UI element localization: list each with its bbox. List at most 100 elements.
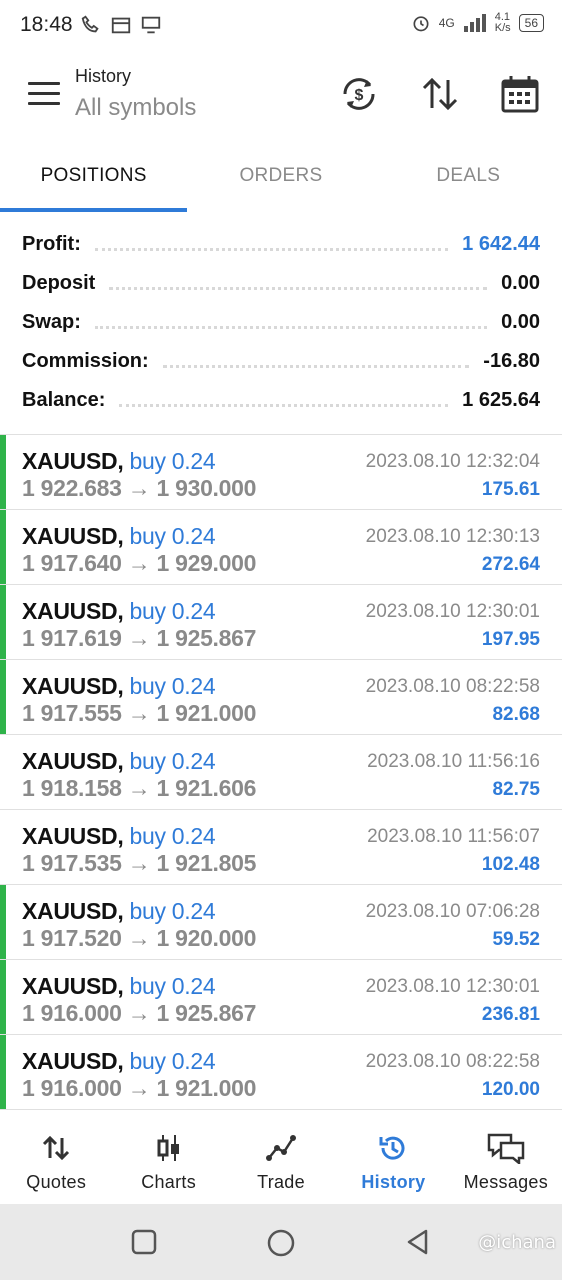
position-symbol: XAUUSD, — [22, 673, 124, 699]
summary-row-commission: Commission: -16.80 — [0, 342, 562, 381]
position-row[interactable]: XAUUSD, buy 0.24 1 918.158 → 1 921.606 2… — [0, 735, 562, 810]
position-type: buy 0.24 — [129, 898, 216, 924]
messages-icon — [487, 1133, 525, 1164]
position-prices: 1 917.555 → 1 921.000 — [22, 700, 257, 726]
position-prices: 1 917.535 → 1 921.805 — [22, 850, 257, 876]
position-profit: 272.64 — [481, 554, 540, 575]
summary-row-swap: Swap: 0.00 — [0, 303, 562, 342]
status-bar: 18:48 4G 4.1 K/s 56 — [0, 0, 562, 52]
position-marker — [0, 1035, 6, 1109]
nav-messages[interactable]: Messages — [450, 1112, 562, 1204]
position-symbol: XAUUSD, — [22, 1048, 124, 1074]
position-marker — [0, 660, 6, 734]
position-profit: 175.61 — [481, 479, 540, 500]
position-symbol: XAUUSD, — [22, 598, 124, 624]
nav-history[interactable]: History — [337, 1112, 449, 1204]
position-marker — [0, 435, 6, 509]
position-prices: 1 918.158 → 1 921.606 — [22, 775, 257, 801]
nav-charts[interactable]: Charts — [112, 1112, 224, 1204]
position-type: buy 0.24 — [129, 673, 216, 699]
nav-label: Messages — [463, 1172, 549, 1192]
tab-orders[interactable]: ORDERS — [187, 152, 374, 212]
position-symbol: XAUUSD, — [22, 448, 124, 474]
quotes-icon — [43, 1135, 70, 1161]
app-bar: History All symbols $ — [0, 56, 562, 146]
svg-text:$: $ — [355, 87, 364, 104]
position-datetime: 2023.08.10 12:30:01 — [365, 601, 540, 622]
position-profit: 236.81 — [481, 1004, 540, 1025]
symbol-filter[interactable]: All symbols — [75, 94, 196, 122]
nav-label: Trade — [257, 1172, 305, 1192]
summary-label: Swap: — [22, 311, 81, 333]
history-icon — [379, 1136, 405, 1160]
position-marker — [0, 885, 6, 959]
position-datetime: 2023.08.10 08:22:58 — [365, 1051, 540, 1072]
sort-icon[interactable] — [418, 72, 462, 116]
position-prices: 1 916.000 → 1 925.867 — [22, 1000, 257, 1026]
position-row[interactable]: XAUUSD, buy 0.24 1 916.000 → 1 921.000 2… — [0, 1035, 562, 1110]
positions-list: XAUUSD, buy 0.24 1 922.683 → 1 930.000 2… — [0, 434, 562, 1110]
position-row[interactable]: XAUUSD, buy 0.24 1 917.640 → 1 929.000 2… — [0, 510, 562, 585]
position-profit: 197.95 — [481, 629, 540, 650]
position-row[interactable]: XAUUSD, buy 0.24 1 917.555 → 1 921.000 2… — [0, 660, 562, 735]
position-prices: 1 917.520 → 1 920.000 — [22, 925, 257, 951]
summary-row-profit: Profit: 1 642.44 — [0, 225, 562, 264]
position-prices: 1 916.000 → 1 921.000 — [22, 1075, 257, 1101]
trade-icon — [266, 1135, 297, 1161]
position-row[interactable]: XAUUSD, buy 0.24 1 917.535 → 1 921.805 2… — [0, 810, 562, 885]
position-profit: 82.68 — [492, 704, 540, 725]
position-symbol: XAUUSD, — [22, 748, 124, 774]
calendar-period-icon[interactable] — [498, 72, 542, 116]
calendar-icon — [111, 17, 131, 34]
position-symbol: XAUUSD, — [22, 898, 124, 924]
position-symbol: XAUUSD, — [22, 973, 124, 999]
network-speed-label: 4.1 K/s — [494, 11, 511, 34]
position-datetime: 2023.08.10 11:56:16 — [367, 751, 540, 772]
position-datetime: 2023.08.10 11:56:07 — [367, 826, 540, 847]
summary-label: Profit: — [22, 233, 81, 255]
position-type: buy 0.24 — [129, 1048, 216, 1074]
refresh-currency-icon[interactable]: $ — [337, 72, 381, 116]
nav-label: Quotes — [26, 1172, 87, 1192]
position-profit: 59.52 — [492, 929, 540, 950]
position-row[interactable]: XAUUSD, buy 0.24 1 922.683 → 1 930.000 2… — [0, 435, 562, 510]
position-datetime: 2023.08.10 12:30:01 — [365, 976, 540, 997]
nav-label: Charts — [141, 1172, 197, 1192]
battery-icon: 56 — [518, 14, 544, 32]
summary-value: 1 642.44 — [462, 233, 540, 255]
tab-deals[interactable]: DEALS — [375, 152, 562, 212]
menu-icon[interactable] — [28, 82, 60, 106]
position-row[interactable]: XAUUSD, buy 0.24 1 916.000 → 1 925.867 2… — [0, 960, 562, 1035]
home-button-icon[interactable] — [266, 1228, 296, 1258]
position-type: buy 0.24 — [129, 598, 216, 624]
summary-value: 1 625.64 — [462, 389, 540, 411]
call-icon — [81, 15, 99, 33]
position-symbol: XAUUSD, — [22, 523, 124, 549]
position-symbol: XAUUSD, — [22, 823, 124, 849]
alarm-icon — [413, 16, 429, 32]
system-navigation-bar: @ichana — [0, 1204, 562, 1280]
summary-label: Deposit — [22, 272, 96, 294]
tab-positions[interactable]: POSITIONS — [0, 152, 188, 212]
nav-quotes[interactable]: Quotes — [0, 1112, 112, 1204]
charts-icon — [157, 1135, 179, 1161]
network-type-label: 4G — [438, 16, 455, 30]
summary-label: Balance: — [22, 389, 106, 411]
nav-label: History — [361, 1172, 426, 1192]
position-datetime: 2023.08.10 12:32:04 — [365, 451, 540, 472]
nav-trade[interactable]: Trade — [225, 1112, 337, 1204]
recents-button-icon[interactable] — [130, 1228, 158, 1256]
summary-row-deposit: Deposit 0.00 — [0, 264, 562, 303]
position-type: buy 0.24 — [129, 748, 216, 774]
position-type: buy 0.24 — [129, 523, 216, 549]
bottom-navigation: Quotes Charts Trade History Messages — [0, 1112, 562, 1204]
position-profit: 120.00 — [481, 1079, 540, 1100]
back-button-icon[interactable] — [404, 1228, 432, 1256]
page-title: History — [75, 66, 132, 86]
summary-value: -16.80 — [483, 350, 540, 372]
position-row[interactable]: XAUUSD, buy 0.24 1 917.619 → 1 925.867 2… — [0, 585, 562, 660]
position-row[interactable]: XAUUSD, buy 0.24 1 917.520 → 1 920.000 2… — [0, 885, 562, 960]
position-profit: 102.48 — [481, 854, 540, 875]
watermark: @ichana — [478, 1232, 556, 1253]
position-type: buy 0.24 — [129, 823, 216, 849]
